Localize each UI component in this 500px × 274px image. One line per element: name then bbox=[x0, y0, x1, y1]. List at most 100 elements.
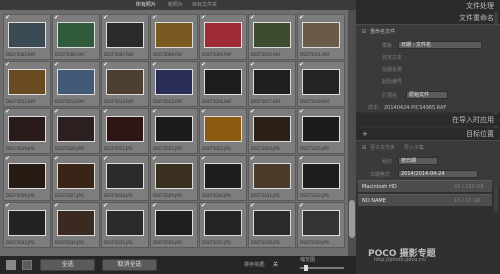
photo-thumbnail[interactable]: ✔ DSCF5026.JPG bbox=[3, 155, 51, 201]
photo-thumbnail[interactable]: ✔ DSCF5023.JPG bbox=[199, 108, 247, 154]
grid-view-icon[interactable] bbox=[6, 260, 16, 270]
thumbnail-image bbox=[204, 163, 242, 189]
photo-thumbnail[interactable]: ✔ DSCF5010.RAF bbox=[248, 14, 296, 60]
photo-thumbnail[interactable]: ✔ DSCF5031.JPG bbox=[248, 155, 296, 201]
thumbnail-checkbox[interactable]: ✔ bbox=[152, 156, 157, 162]
thumbnail-checkbox[interactable]: ✔ bbox=[201, 156, 206, 162]
thumbnail-checkbox[interactable]: ✔ bbox=[299, 203, 304, 209]
thumbnail-checkbox[interactable]: ✔ bbox=[5, 156, 10, 162]
photo-thumbnail[interactable]: ✔ DSCF5032.JPG bbox=[297, 155, 345, 201]
template-dropdown[interactable]: 日期 - 文件名 bbox=[398, 41, 482, 49]
loupe-view-icon[interactable] bbox=[22, 260, 32, 270]
thumbnail-checkbox[interactable]: ✔ bbox=[152, 109, 157, 115]
thumbnail-checkbox[interactable]: ✔ bbox=[54, 156, 59, 162]
thumbnail-checkbox[interactable]: ✔ bbox=[250, 62, 255, 68]
thumbnail-checkbox[interactable]: ✔ bbox=[299, 62, 304, 68]
photo-thumbnail[interactable]: ✔ DSCF5013.RAF bbox=[52, 61, 100, 107]
photo-thumbnail[interactable]: ✔ DSCF5033.JPG bbox=[3, 202, 51, 248]
photo-thumbnail[interactable]: ✔ DSCF5028.JPG bbox=[101, 155, 149, 201]
thumbnail-checkbox[interactable]: ✔ bbox=[103, 203, 108, 209]
photo-thumbnail[interactable]: ✔ DSCF5039.JPG bbox=[297, 202, 345, 248]
thumbnail-checkbox[interactable]: ✔ bbox=[250, 109, 255, 115]
thumbnail-checkbox[interactable]: ✔ bbox=[54, 62, 59, 68]
thumbnail-checkbox[interactable]: ✔ bbox=[201, 15, 206, 21]
section-header-destination[interactable]: + 目标位置 bbox=[356, 128, 500, 140]
photo-thumbnail[interactable]: ✔ DSCF5025.JPG bbox=[297, 108, 345, 154]
subfolder-checkbox[interactable]: ☑ bbox=[362, 145, 366, 151]
photo-thumbnail[interactable]: ✔ DSCF5038.JPG bbox=[248, 202, 296, 248]
thumbnail-checkbox[interactable]: ✔ bbox=[5, 15, 10, 21]
volume-macintosh-hd[interactable]: Macintosh HD 42 / 120 GB bbox=[358, 180, 492, 192]
thumbnail-checkbox[interactable]: ✔ bbox=[54, 109, 59, 115]
thumbnail-checkbox[interactable]: ✔ bbox=[54, 203, 59, 209]
sort-dropdown[interactable]: 关 bbox=[273, 262, 278, 268]
thumbnail-size-slider-thumb[interactable] bbox=[304, 265, 308, 271]
photo-thumbnail[interactable]: ✔ DSCF5005.RAF bbox=[3, 14, 51, 60]
tab-new-photos[interactable]: 新照片 bbox=[168, 1, 183, 9]
photo-thumbnail[interactable]: ✔ DSCF5022.JPG bbox=[150, 108, 198, 154]
photo-thumbnail[interactable]: ✔ DSCF5016.RAF bbox=[199, 61, 247, 107]
volume-name: NO NAME bbox=[362, 198, 386, 204]
thumbnail-checkbox[interactable]: ✔ bbox=[201, 203, 206, 209]
thumbnail-checkbox[interactable]: ✔ bbox=[152, 15, 157, 21]
thumbnail-checkbox[interactable]: ✔ bbox=[299, 156, 304, 162]
thumbnail-checkbox[interactable]: ✔ bbox=[5, 203, 10, 209]
subfolder-name[interactable]: 导入子集 bbox=[404, 145, 424, 151]
photo-thumbnail[interactable]: ✔ DSCF5017.RAF bbox=[248, 61, 296, 107]
thumbnail-checkbox[interactable]: ✔ bbox=[201, 62, 206, 68]
thumbnail-checkbox[interactable]: ✔ bbox=[54, 15, 59, 21]
thumbnail-checkbox[interactable]: ✔ bbox=[152, 62, 157, 68]
thumbnail-checkbox[interactable]: ✔ bbox=[5, 62, 10, 68]
rename-checkbox[interactable]: ☑ bbox=[362, 29, 366, 35]
section-header-apply-on-import[interactable]: 在导入时应用 bbox=[356, 114, 500, 126]
tab-destination-folder[interactable]: 目标文件夹 bbox=[192, 1, 217, 9]
photo-thumbnail[interactable]: ✔ DSCF5015.RAF bbox=[150, 61, 198, 107]
photo-thumbnail[interactable]: ✔ DSCF5007.RAF bbox=[101, 14, 149, 60]
start-number-label: 起始编号 bbox=[382, 79, 403, 85]
thumbnail-image bbox=[204, 22, 242, 48]
photo-thumbnail[interactable]: ✔ DSCF5011.RAF bbox=[297, 14, 345, 60]
thumbnail-checkbox[interactable]: ✔ bbox=[250, 15, 255, 21]
photo-thumbnail[interactable]: ✔ DSCF5035.JPG bbox=[101, 202, 149, 248]
extension-dropdown[interactable]: 原始文件 bbox=[406, 91, 448, 99]
photo-thumbnail[interactable]: ✔ DSCF5014.RAF bbox=[101, 61, 149, 107]
photo-thumbnail[interactable]: ✔ DSCF5037.JPG bbox=[199, 202, 247, 248]
thumbnail-checkbox[interactable]: ✔ bbox=[299, 15, 304, 21]
photo-thumbnail[interactable]: ✔ DSCF5012.RAF bbox=[3, 61, 51, 107]
photo-thumbnail[interactable]: ✔ DSCF5027.JPG bbox=[52, 155, 100, 201]
thumbnail-checkbox[interactable]: ✔ bbox=[103, 156, 108, 162]
photo-thumbnail[interactable]: ✔ DSCF5021.JPG bbox=[101, 108, 149, 154]
thumbnail-checkbox[interactable]: ✔ bbox=[103, 109, 108, 115]
date-format-dropdown[interactable]: 2014/2014-04-24 bbox=[398, 170, 478, 178]
thumbnail-checkbox[interactable]: ✔ bbox=[250, 203, 255, 209]
photo-thumbnail[interactable]: ✔ DSCF5024.JPG bbox=[248, 108, 296, 154]
section-header-file-rename[interactable]: 文件重命名 bbox=[356, 12, 500, 24]
grid-scrollbar-thumb[interactable] bbox=[349, 200, 355, 238]
organize-dropdown[interactable]: 按日期 bbox=[398, 157, 438, 165]
photo-thumbnail[interactable]: ✔ DSCF5008.RAF bbox=[150, 14, 198, 60]
photo-thumbnail[interactable]: ✔ DSCF5009.RAF bbox=[199, 14, 247, 60]
select-all-button[interactable]: 全选 bbox=[40, 259, 95, 271]
thumbnail-checkbox[interactable]: ✔ bbox=[152, 203, 157, 209]
photo-thumbnail[interactable]: ✔ DSCF5034.JPG bbox=[52, 202, 100, 248]
volume-no-name[interactable]: NO NAME 13 / 15 GB bbox=[358, 194, 492, 206]
photo-thumbnail[interactable]: ✔ DSCF5018.RAF bbox=[297, 61, 345, 107]
photo-thumbnail[interactable]: ✔ DSCF5029.JPG bbox=[150, 155, 198, 201]
volume-name: Macintosh HD bbox=[362, 184, 397, 190]
photo-thumbnail[interactable]: ✔ DSCF5036.JPG bbox=[150, 202, 198, 248]
thumbnail-checkbox[interactable]: ✔ bbox=[201, 109, 206, 115]
add-destination-icon[interactable]: + bbox=[362, 128, 368, 140]
grid-scrollbar[interactable] bbox=[348, 10, 356, 256]
photo-thumbnail[interactable]: ✔ DSCF5019.JPG bbox=[3, 108, 51, 154]
thumbnail-checkbox[interactable]: ✔ bbox=[250, 156, 255, 162]
deselect-all-button[interactable]: 取消全选 bbox=[102, 259, 157, 271]
photo-thumbnail[interactable]: ✔ DSCF5006.RAF bbox=[52, 14, 100, 60]
thumbnail-checkbox[interactable]: ✔ bbox=[299, 109, 304, 115]
tab-all-photos[interactable]: 所有照片 bbox=[136, 1, 156, 9]
photo-thumbnail[interactable]: ✔ DSCF5030.JPG bbox=[199, 155, 247, 201]
thumbnail-checkbox[interactable]: ✔ bbox=[5, 109, 10, 115]
thumbnail-checkbox[interactable]: ✔ bbox=[103, 15, 108, 21]
section-header-file-handling[interactable]: 文件处理 bbox=[356, 0, 500, 12]
photo-thumbnail[interactable]: ✔ DSCF5020.JPG bbox=[52, 108, 100, 154]
thumbnail-checkbox[interactable]: ✔ bbox=[103, 62, 108, 68]
